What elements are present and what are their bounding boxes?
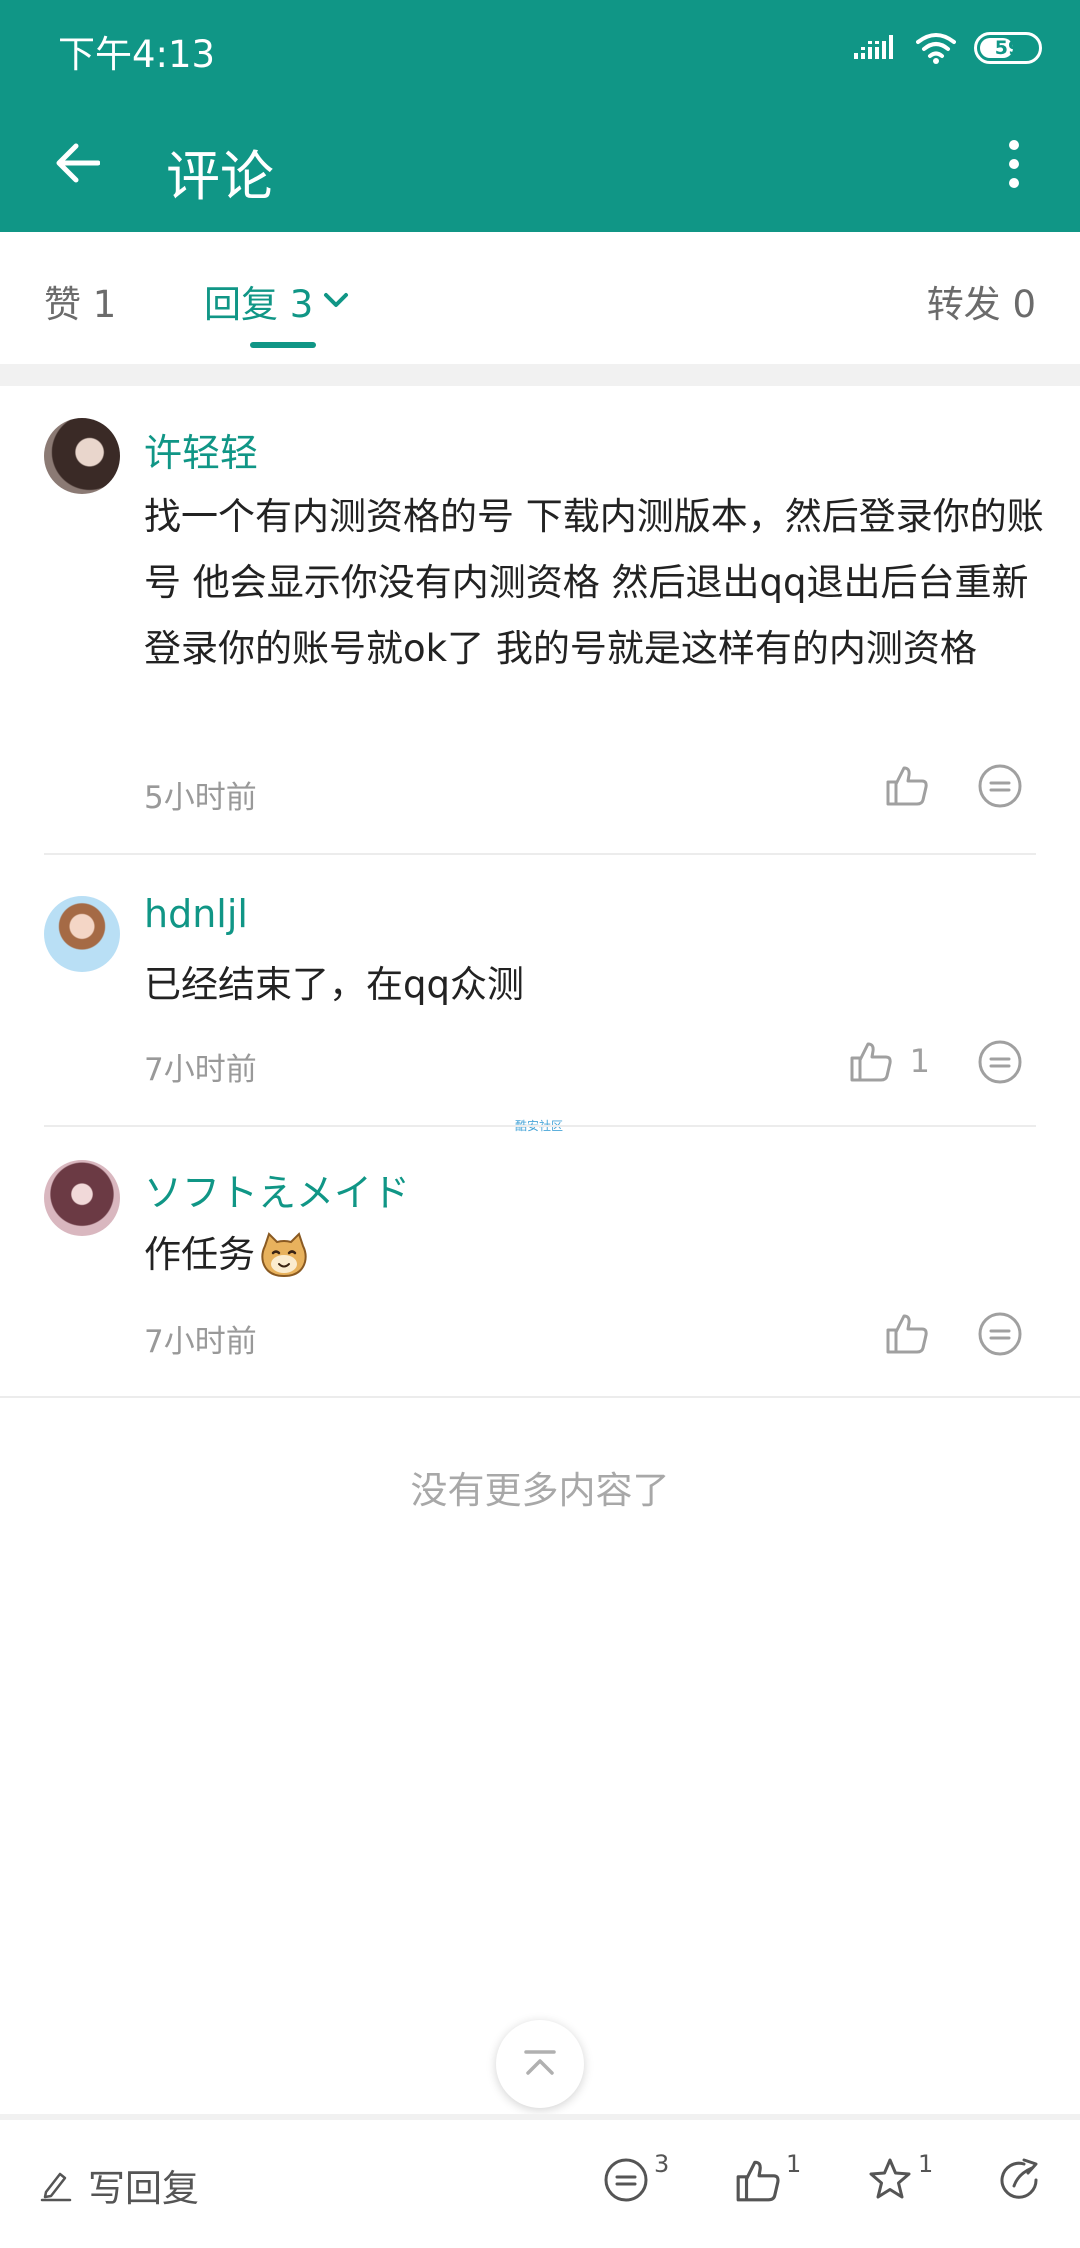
thumb-up-icon — [886, 1314, 928, 1354]
comment-text: 已经结束了，在qq众测 — [144, 963, 524, 1006]
status-time: 下午4:13 — [58, 33, 216, 76]
comment-text: 找一个有内测资格的号 下载内测版本，然后登录你的账号 他会显示你没有内测资格 然… — [144, 495, 1044, 670]
comment-item: hdnljl 已经结束了，在qq众测 7小时前 1 — [0, 856, 1080, 1126]
list-end-divider — [0, 1396, 1080, 1398]
avatar[interactable] — [44, 896, 120, 972]
bottom-reply-button[interactable]: 3 — [602, 2150, 669, 2212]
arrow-up-icon — [524, 2050, 556, 2075]
tab-forwards[interactable]: 转发 0 — [927, 274, 1036, 328]
comment-author[interactable]: 许轻轻 — [144, 422, 258, 477]
toolbar: 评论 — [0, 96, 1080, 232]
comment-divider — [44, 1125, 1036, 1127]
back-arrow-icon — [56, 143, 100, 183]
thumb-up-icon — [886, 766, 928, 806]
section-gap — [0, 364, 1080, 386]
thumb-up-icon — [850, 1042, 892, 1082]
comment-time: 7小时前 — [144, 1052, 257, 1088]
pencil-icon — [40, 2172, 72, 2202]
comment-text-row: 作任务 — [144, 1222, 1044, 1288]
avatar[interactable] — [44, 418, 120, 494]
reply-button[interactable] — [976, 1310, 1024, 1358]
battery-level-text: 59 — [994, 37, 1022, 59]
wifi-icon — [916, 33, 956, 64]
like-button[interactable] — [884, 1310, 930, 1356]
reply-button[interactable] — [976, 762, 1024, 810]
status-bar: 下午4:13 59 — [0, 0, 1080, 96]
like-button[interactable]: 1 — [848, 1038, 930, 1084]
tab-replies[interactable]: 回复 3 — [204, 274, 349, 328]
comment-bubble-icon — [604, 2158, 648, 2202]
tab-replies-label: 回复 3 — [204, 283, 314, 326]
tab-likes[interactable]: 赞 1 — [44, 274, 116, 328]
scroll-to-top-button[interactable] — [496, 2020, 584, 2108]
comment-divider — [44, 853, 1036, 855]
cat-emoji-icon — [261, 1232, 307, 1278]
tab-likes-label: 赞 1 — [44, 283, 117, 326]
status-icons: 59 — [854, 28, 1042, 68]
comment-bubble-icon — [978, 1040, 1022, 1084]
no-more-content: 没有更多内容了 — [410, 1469, 670, 1512]
avatar[interactable] — [44, 1160, 120, 1236]
back-button[interactable] — [44, 130, 110, 196]
reply-count: 3 — [654, 2150, 670, 2178]
comment-bubble-icon — [978, 1312, 1022, 1356]
reply-button[interactable] — [976, 1038, 1024, 1086]
thumb-up-icon — [736, 2160, 780, 2202]
write-reply-button[interactable]: 写回复 — [40, 2158, 199, 2212]
signal-icon — [854, 35, 893, 59]
comment-time: 7小时前 — [144, 1324, 257, 1360]
comment-author[interactable]: ソフトえメイド — [144, 1162, 410, 1217]
page-title: 评论 — [166, 145, 274, 208]
write-reply-label: 写回复 — [88, 2167, 199, 2210]
bottom-action-bar: 写回复 3 1 1 — [0, 2114, 1080, 2248]
more-vert-icon — [1009, 140, 1019, 188]
like-count: 1 — [909, 1042, 930, 1080]
comment-time: 5小时前 — [144, 780, 257, 816]
comment-tabs: 赞 1 回复 3 转发 0 — [0, 232, 1080, 364]
app-bar: 下午4:13 59 评论 — [0, 0, 1080, 232]
tab-active-indicator — [250, 342, 316, 348]
chevron-down-icon — [324, 293, 349, 307]
favorite-count: 1 — [918, 2150, 934, 2178]
more-options-button[interactable] — [984, 128, 1044, 200]
share-icon — [1000, 2158, 1038, 2199]
like-button[interactable] — [884, 762, 930, 808]
star-icon — [869, 2158, 911, 2199]
comment-author[interactable]: hdnljl — [144, 892, 248, 936]
comment-text: 作任务 — [144, 1233, 255, 1276]
comment-item: ソフトえメイド 作任务 7小时前 — [0, 1128, 1080, 1396]
bottom-favorite-button[interactable]: 1 — [866, 2150, 933, 2212]
bottom-share-button[interactable] — [996, 2156, 1044, 2212]
comment-bubble-icon — [978, 764, 1022, 808]
bottom-like-button[interactable]: 1 — [734, 2150, 801, 2212]
tab-forwards-label: 转发 0 — [926, 283, 1036, 326]
battery-indicator: 59 — [974, 32, 1042, 64]
comment-item: 许轻轻 找一个有内测资格的号 下载内测版本，然后登录你的账号 他会显示你没有内测… — [0, 386, 1080, 854]
like-count: 1 — [786, 2150, 802, 2178]
